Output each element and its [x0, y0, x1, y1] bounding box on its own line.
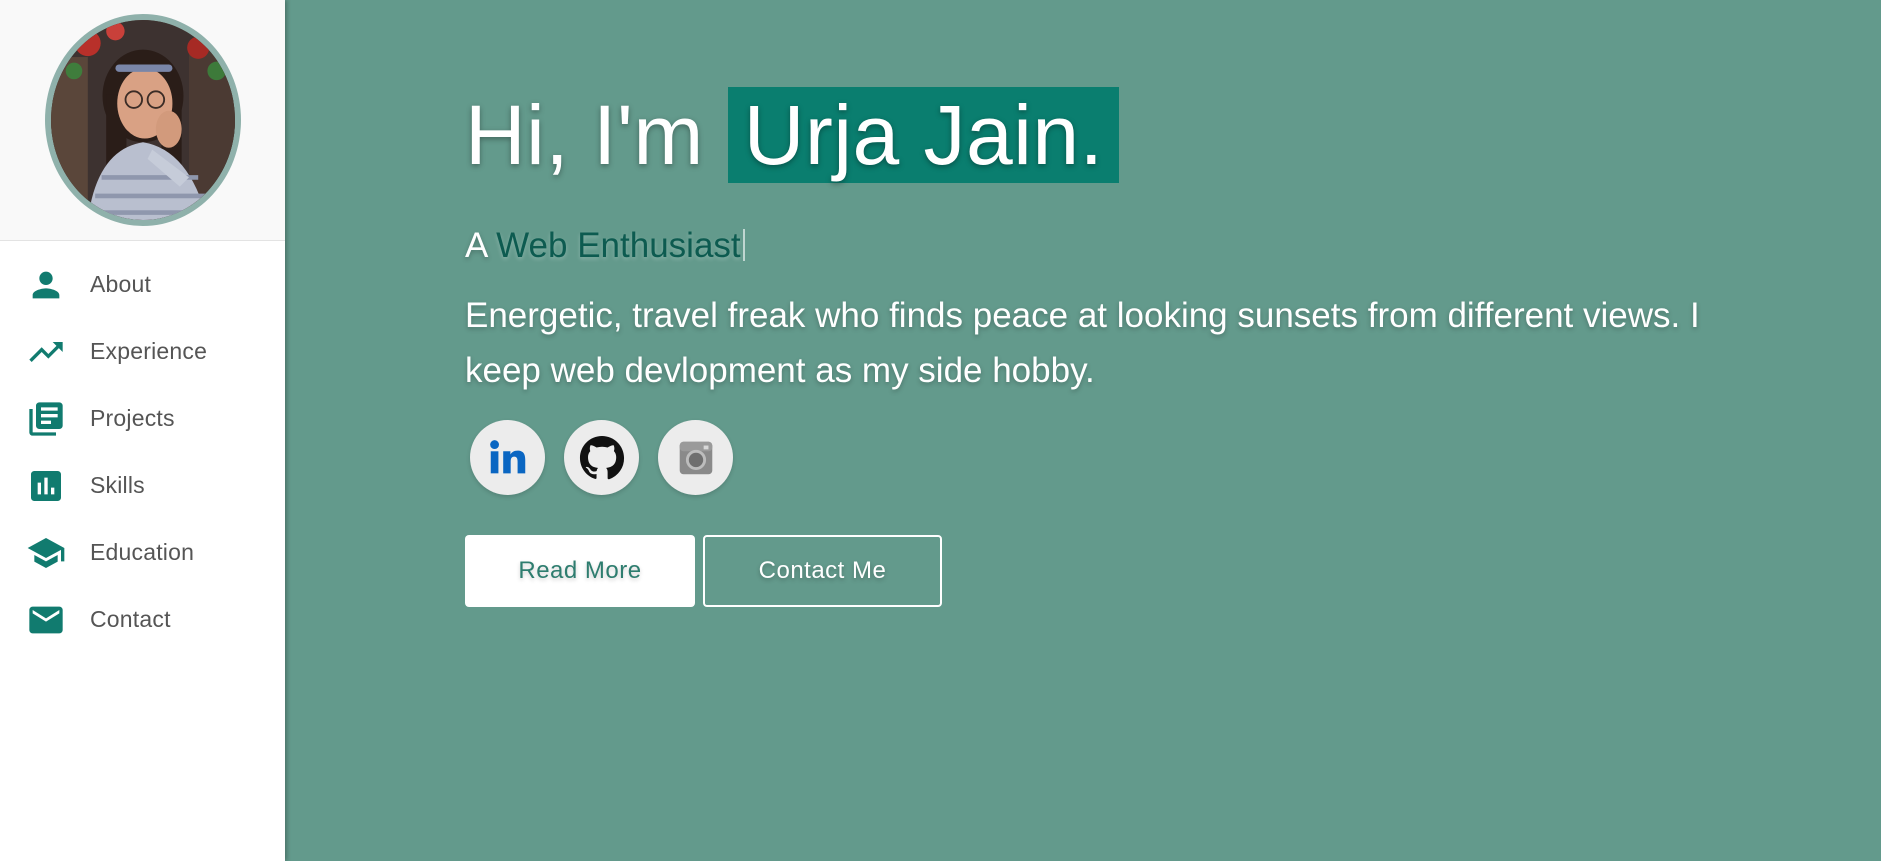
read-more-button[interactable]: Read More: [465, 535, 695, 607]
library-books-icon: [25, 398, 67, 440]
sidebar-item-projects[interactable]: Projects: [0, 385, 285, 452]
trending-up-icon: [25, 331, 67, 373]
sidebar-item-label: Contact: [90, 606, 171, 632]
avatar-image: [50, 20, 235, 220]
sidebar-item-experience[interactable]: Experience: [0, 318, 285, 385]
typed-role: Web Enthusiast: [496, 226, 741, 265]
hero-subtitle: A Web Enthusiast: [465, 226, 1765, 266]
person-icon: [25, 264, 67, 306]
hero-greeting: Hi, I'm: [465, 88, 728, 182]
sidebar-item-label: Experience: [90, 338, 208, 364]
sidebar: About Experience Projects Skills Educati…: [0, 0, 285, 861]
contact-me-button[interactable]: Contact Me: [703, 535, 942, 607]
avatar[interactable]: [44, 14, 241, 226]
sidebar-item-contact[interactable]: Contact: [0, 586, 285, 653]
avatar-container: [0, 0, 285, 241]
subtitle-prefix: A: [465, 226, 497, 265]
graduation-cap-icon: [25, 532, 67, 574]
sidebar-item-label: About: [90, 271, 152, 297]
sidebar-item-education[interactable]: Education: [0, 519, 285, 586]
linkedin-icon: [489, 439, 525, 473]
instagram-icon: [679, 441, 712, 474]
sidebar-item-label: Education: [90, 539, 195, 565]
instagram-link[interactable]: [658, 420, 733, 495]
github-link[interactable]: [564, 420, 639, 495]
sidebar-nav: About Experience Projects Skills Educati…: [0, 241, 285, 653]
hero-name: Urja Jain.: [727, 87, 1120, 183]
mail-icon: [25, 599, 67, 641]
sidebar-item-label: Skills: [90, 472, 145, 498]
typing-cursor: [742, 229, 745, 261]
sidebar-item-label: Projects: [90, 405, 175, 431]
hero-buttons: Read More Contact Me: [465, 535, 1765, 607]
sidebar-item-about[interactable]: About: [0, 251, 285, 318]
hero-section: Hi, I'm Urja Jain. A Web Enthusiast Ener…: [465, 87, 1765, 607]
bar-chart-icon: [25, 465, 67, 507]
hero-bio: Energetic, travel freak who finds peace …: [465, 296, 1700, 390]
hero-title: Hi, I'm Urja Jain.: [465, 87, 1765, 183]
social-links: [470, 420, 1765, 495]
github-icon: [579, 435, 624, 479]
linkedin-link[interactable]: [470, 420, 545, 495]
main-content: Hi, I'm Urja Jain. A Web Enthusiast Ener…: [285, 0, 1881, 861]
app: About Experience Projects Skills Educati…: [0, 0, 1881, 861]
sidebar-item-skills[interactable]: Skills: [0, 452, 285, 519]
